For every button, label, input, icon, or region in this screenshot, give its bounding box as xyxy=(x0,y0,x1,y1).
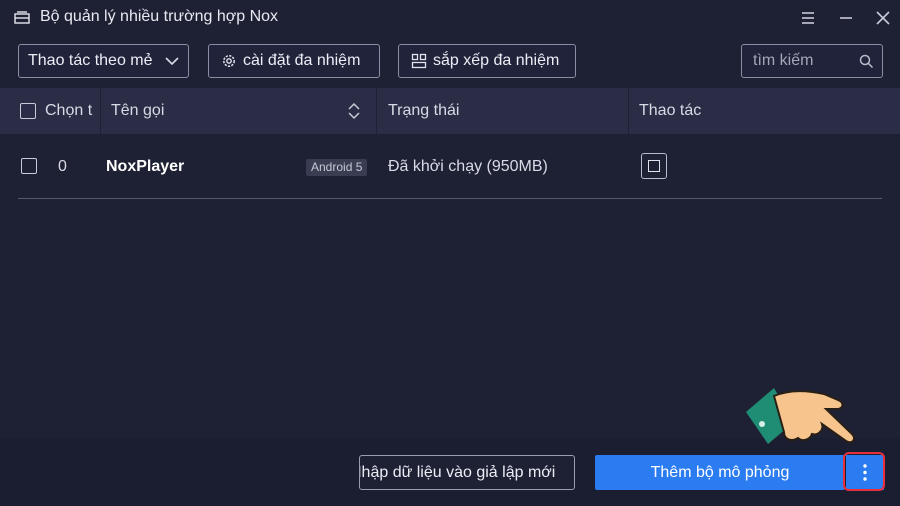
row-index: 0 xyxy=(58,158,67,175)
chevron-down-icon xyxy=(165,57,179,66)
table-header: Chọn t Tên gọi Trạng thái Thao tác xyxy=(0,88,900,134)
bulk-action-label: Thao tác theo mẻ xyxy=(28,52,153,69)
header-select: Chọn t xyxy=(45,102,93,119)
bulk-action-dropdown[interactable]: Thao tác theo mẻ xyxy=(18,44,189,78)
android-version-badge: Android 5 xyxy=(306,159,368,176)
column-divider xyxy=(376,88,377,134)
row-checkbox[interactable] xyxy=(21,158,37,174)
pointing-hand-icon xyxy=(746,388,856,444)
multi-settings-button[interactable]: cài đặt đa nhiệm xyxy=(208,44,380,78)
app-icon xyxy=(14,11,30,24)
arrange-label: sắp xếp đa nhiệm xyxy=(433,52,560,69)
import-data-button[interactable]: Nhập dữ liệu vào giả lập mới xyxy=(359,455,575,490)
column-divider xyxy=(628,88,629,134)
search-placeholder: tìm kiếm xyxy=(753,52,814,69)
gear-icon xyxy=(223,55,235,67)
close-icon[interactable] xyxy=(873,8,893,28)
grid-icon xyxy=(411,53,427,69)
window-title: Bộ quản lý nhiều trường hợp Nox xyxy=(40,8,279,25)
column-divider xyxy=(100,88,101,134)
stop-icon xyxy=(648,160,660,172)
select-all-checkbox[interactable] xyxy=(20,103,36,119)
import-data-label: Nhập dữ liệu vào giả lập mới xyxy=(359,464,556,481)
minimize-icon[interactable] xyxy=(836,8,856,28)
stop-button[interactable] xyxy=(641,153,667,179)
instance-name: NoxPlayer xyxy=(106,158,185,175)
multi-settings-label: cài đặt đa nhiệm xyxy=(243,52,361,69)
arrange-button[interactable]: sắp xếp đa nhiệm xyxy=(398,44,576,78)
sort-icon[interactable] xyxy=(347,101,361,121)
header-action: Thao tác xyxy=(639,102,702,119)
instance-status: Đã khởi chạy (950MB) xyxy=(388,158,548,175)
header-status: Trạng thái xyxy=(388,102,460,119)
title-bar: Bộ quản lý nhiều trường hợp Nox xyxy=(0,0,900,36)
add-emulator-label: Thêm bộ mô phỏng xyxy=(650,463,790,481)
search-input[interactable]: tìm kiếm xyxy=(741,44,883,78)
menu-icon[interactable] xyxy=(798,8,818,28)
search-icon[interactable] xyxy=(859,54,874,69)
header-name[interactable]: Tên gọi xyxy=(111,88,164,134)
